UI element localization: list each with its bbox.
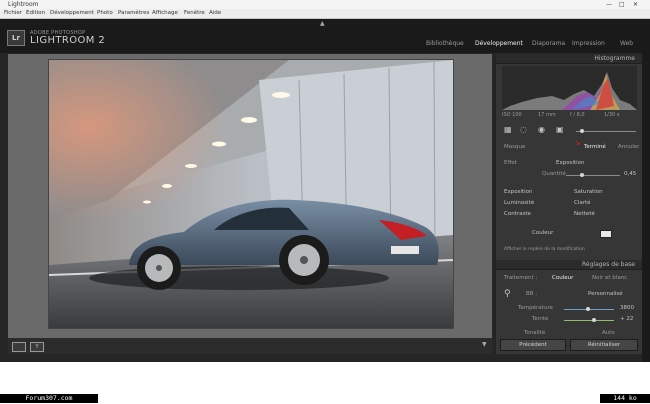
menu-affichage[interactable]: Affichage	[152, 9, 178, 18]
brush-size-knob[interactable]	[580, 129, 584, 133]
amount-value[interactable]: 0,45	[624, 171, 636, 177]
brand-name: LIGHTROOM 2	[30, 35, 106, 46]
amount-label: Quantité	[542, 171, 566, 177]
tone-label: Tonalité	[524, 330, 546, 336]
menu-developpement[interactable]: Développement	[50, 9, 94, 18]
module-impression[interactable]: Impression	[572, 40, 605, 47]
row-sharpness[interactable]: Netteté	[574, 211, 595, 217]
temp-value[interactable]: 3800	[620, 305, 634, 311]
mask-label: Masque	[504, 144, 526, 150]
lightroom-logo: Lr	[7, 30, 25, 46]
close-button[interactable]: ✕	[633, 1, 638, 8]
menu-parametres[interactable]: Paramètres	[118, 9, 149, 18]
image-toolbar: Y ▼	[8, 338, 492, 354]
temp-label: Température	[518, 305, 553, 311]
tint-value[interactable]: + 22	[620, 316, 633, 322]
histogram-aperture: f / 8,0	[570, 112, 585, 118]
crop-tool-icon[interactable]: ▦	[504, 125, 512, 134]
effect-value[interactable]: Exposition	[556, 160, 585, 166]
footer: Forum307.com 144 ko	[0, 392, 650, 404]
wb-value[interactable]: Personnalisé	[588, 291, 623, 297]
white-balance-picker-icon[interactable]: ⚲	[504, 289, 511, 299]
module-header: ▲ Lr ADOBE PHOTOSHOP LIGHTROOM 2 Bibliot…	[0, 19, 650, 53]
collapse-top-panel-icon[interactable]: ▲	[320, 20, 325, 27]
amount-slider[interactable]	[566, 175, 620, 176]
menu-bar: Fichier Edition Développement Photo Para…	[0, 9, 650, 19]
right-panel: Histogramme ISO 100 17 mm f / 8,0 1/30 s…	[495, 54, 643, 354]
treatment-bw[interactable]: Noir et blanc	[592, 275, 627, 281]
module-web[interactable]: Web	[620, 40, 633, 47]
histogram-shutter: 1/30 s	[604, 112, 620, 118]
brush-size-slider[interactable]	[576, 131, 636, 132]
graduated-filter-icon[interactable]: ▣	[556, 125, 564, 134]
spot-removal-icon[interactable]: ◌	[520, 125, 527, 134]
red-arrow-icon: ↘	[574, 138, 581, 147]
histogram-iso: ISO 100	[502, 112, 522, 118]
basic-title: Réglages de base	[582, 261, 635, 268]
wb-label: BB :	[526, 291, 538, 297]
maximize-button[interactable]: □	[619, 1, 625, 8]
row-exposure[interactable]: Exposition	[504, 189, 533, 195]
reset-button[interactable]: Réinitialiser	[570, 339, 638, 351]
histogram-title: Histogramme	[594, 55, 635, 62]
histogram-graph	[502, 66, 637, 110]
histogram-focal: 17 mm	[538, 112, 556, 118]
toolbar-menu-icon[interactable]: ▼	[482, 341, 487, 348]
before-after-button[interactable]: Y	[30, 342, 44, 352]
right-edge	[642, 19, 650, 362]
treatment-label: Traitement :	[504, 275, 538, 281]
lightroom-window: Lightroom — □ ✕ Fichier Edition Développ…	[0, 0, 650, 362]
menu-fenetre[interactable]: Fenêtre	[184, 9, 205, 18]
basic-header[interactable]: Réglages de base	[496, 260, 643, 270]
row-saturation[interactable]: Saturation	[574, 189, 603, 195]
tint-knob[interactable]	[592, 318, 596, 322]
menu-aide[interactable]: Aide	[209, 9, 221, 18]
amount-knob[interactable]	[580, 173, 584, 177]
previous-button[interactable]: Précédent	[500, 339, 566, 351]
tint-label: Teinte	[532, 316, 549, 322]
row-contrast[interactable]: Contraste	[504, 211, 531, 217]
done-label[interactable]: Terminé	[584, 144, 606, 150]
module-diaporama[interactable]: Diaporama	[532, 40, 565, 47]
module-bibliotheque[interactable]: Bibliothèque	[426, 40, 464, 47]
car-photo-image	[49, 60, 453, 328]
window-title: Lightroom	[8, 1, 39, 8]
effect-label: Effet	[504, 160, 517, 166]
color-label: Couleur	[532, 230, 554, 236]
temp-knob[interactable]	[586, 307, 590, 311]
menu-fichier[interactable]: Fichier	[4, 9, 22, 18]
menu-photo[interactable]: Photo	[97, 9, 113, 18]
row-clarity[interactable]: Clarté	[574, 200, 591, 206]
tint-slider[interactable]	[564, 320, 614, 321]
histogram-header[interactable]: Histogramme	[496, 54, 643, 64]
auto-label[interactable]: Auto	[602, 330, 615, 336]
loupe-view-button[interactable]	[12, 342, 26, 352]
photo-car-tunnel[interactable]	[48, 59, 454, 329]
color-swatch[interactable]	[600, 230, 612, 238]
treatment-color[interactable]: Couleur	[552, 275, 573, 281]
minimize-button[interactable]: —	[606, 1, 612, 8]
image-view[interactable]	[8, 54, 492, 338]
module-developpement[interactable]: Développement	[475, 40, 523, 47]
cancel-label[interactable]: Annuler	[618, 144, 639, 150]
row-brightness[interactable]: Luminosité	[504, 200, 534, 206]
show-pin-label[interactable]: Afficher le repère de la modification	[504, 247, 585, 252]
red-eye-icon[interactable]: ◉	[538, 125, 545, 134]
menu-edition[interactable]: Edition	[26, 9, 45, 18]
site-badge: Forum307.com	[0, 394, 98, 403]
file-size-badge: 144 ko	[600, 394, 650, 403]
